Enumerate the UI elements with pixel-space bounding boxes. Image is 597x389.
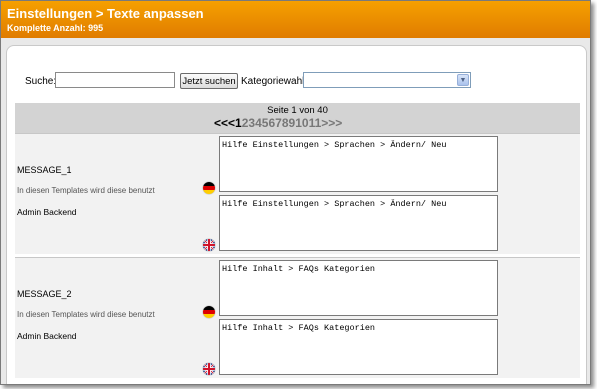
flag-de-icon	[203, 306, 215, 318]
page-header: Einstellungen > Texte anpassen Komplette…	[1, 1, 590, 38]
flag-gb-icon	[203, 363, 215, 375]
page-link-8[interactable]: 8	[282, 116, 289, 130]
page-link-7[interactable]: 7	[275, 116, 282, 130]
german-text-field[interactable]: Hilfe Einstellungen > Sprachen > Ändern/…	[219, 136, 498, 192]
page-link-1[interactable]: 1	[235, 116, 242, 130]
english-text-field[interactable]: Hilfe Einstellungen > Sprachen > Ändern/…	[219, 195, 498, 251]
german-text-field[interactable]: Hilfe Inhalt > FAQs Kategorien	[219, 260, 498, 316]
flag-gb-icon	[203, 239, 215, 251]
page-link-10[interactable]: 10	[295, 116, 308, 130]
text-record: MESSAGE_2 In diesen Templates wird diese…	[15, 257, 580, 378]
page-info: Seite 1 von 40	[267, 105, 328, 116]
page-title: Einstellungen > Texte anpassen	[7, 6, 204, 21]
record-application: Admin Backend	[17, 207, 77, 217]
record-key: MESSAGE_2	[17, 289, 72, 299]
app-window: Einstellungen > Texte anpassen Komplette…	[0, 0, 591, 385]
record-usage-note: In diesen Templates wird diese benutzt	[17, 186, 155, 195]
search-label: Suche:	[25, 76, 57, 87]
last-page-link[interactable]: >>	[328, 116, 342, 130]
category-select[interactable]: ▼	[303, 72, 471, 88]
page-link-11[interactable]: 11	[309, 116, 322, 130]
record-usage-note: In diesen Templates wird diese benutzt	[17, 310, 155, 319]
chevron-down-icon[interactable]: ▼	[457, 74, 469, 86]
flag-de-icon	[203, 182, 215, 194]
english-text-field[interactable]: Hilfe Inhalt > FAQs Kategorien	[219, 319, 498, 375]
text-record: MESSAGE_1 In diesen Templates wird diese…	[15, 133, 580, 254]
category-label: Kategoriewahl	[241, 76, 305, 87]
search-button[interactable]: Jetzt suchen	[180, 73, 238, 89]
search-input[interactable]	[55, 72, 175, 88]
content-panel: Suche: Jetzt suchen Kategoriewahl ▼ Seit…	[6, 45, 587, 384]
total-count: Komplette Anzahl: 995	[7, 23, 104, 33]
previous-page-link[interactable]: <	[228, 116, 235, 130]
record-application: Admin Backend	[17, 331, 77, 341]
page-link-4[interactable]: 4	[255, 116, 262, 130]
record-key: MESSAGE_1	[17, 165, 72, 175]
pagination: <<<1234567891011>>>	[214, 116, 342, 130]
first-page-link[interactable]: <<	[214, 116, 228, 130]
pagination-bar: Seite 1 von 40 <<<1234567891011>>>	[15, 103, 580, 133]
